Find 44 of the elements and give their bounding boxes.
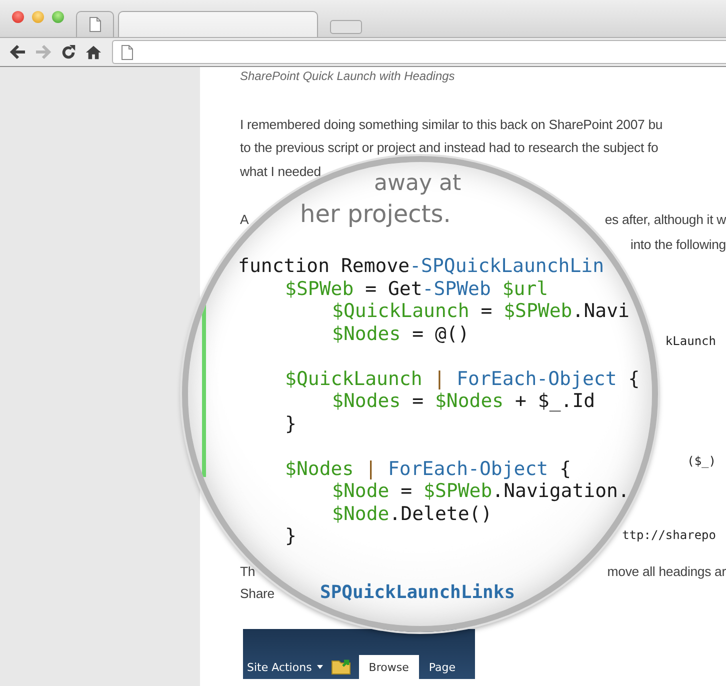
code-line: $Nodes = $Nodes + $_.Id xyxy=(331,390,596,412)
minimize-window-button[interactable] xyxy=(32,10,44,22)
paragraph-text: Share xyxy=(240,585,274,603)
magnified-text: her projects. xyxy=(300,200,451,228)
paragraph-text: into the following xyxy=(630,236,726,254)
home-icon xyxy=(84,44,102,60)
paragraph-text: A xyxy=(240,211,249,229)
paragraph-text: to the previous script or project and instead had to research the subject fo xyxy=(240,139,658,157)
paragraph-text: move all headings ar xyxy=(607,563,726,581)
code-line: $QuickLaunch | ForEach-Object { xyxy=(284,368,640,390)
close-window-button[interactable] xyxy=(12,10,24,22)
code-line: $QuickLaunch = $SPWeb.Navi xyxy=(331,300,630,322)
code-line: $Nodes | ForEach-Object { xyxy=(284,458,572,480)
caret-icon xyxy=(316,665,323,669)
site-actions-menu[interactable]: Site Actions xyxy=(247,655,323,679)
page-icon xyxy=(89,17,101,32)
paragraph-text: what I needed xyxy=(240,163,321,181)
ribbon-tab[interactable]: Page xyxy=(418,655,466,679)
code-text: ttp://sharepo xyxy=(622,527,717,544)
address-field[interactable] xyxy=(112,40,726,64)
code-line: $Node = $SPWeb.Navigation. xyxy=(331,480,630,502)
browser-tab[interactable] xyxy=(118,11,318,37)
code-line: } xyxy=(284,525,296,548)
magnified-text: away at xyxy=(374,170,462,198)
code-line: $Node.Delete() xyxy=(331,502,492,525)
zoom-window-button[interactable] xyxy=(52,10,64,22)
code-line: SPQuickLaunchLinks xyxy=(320,582,516,602)
code-text: kLaunch xyxy=(665,333,717,350)
paragraph-text: I remembered doing something similar to this back on SharePoint 2007 bu xyxy=(240,116,663,134)
paragraph-text: Th xyxy=(240,563,256,581)
ribbon-tab[interactable]: Browse xyxy=(358,655,419,679)
code-line: function Remove-SPQuickLaunchLin xyxy=(238,255,604,278)
code-line: $Nodes = @() xyxy=(331,322,470,345)
folder-icon xyxy=(330,657,353,675)
image-caption: SharePoint Quick Launch with Headings xyxy=(240,68,456,84)
left-arrow-icon xyxy=(9,44,27,60)
code-text: ($_) xyxy=(687,453,717,470)
new-tab-button[interactable] xyxy=(330,20,362,34)
page-icon xyxy=(121,44,133,60)
right-arrow-icon xyxy=(34,44,52,60)
code-line: } xyxy=(284,412,296,435)
reload-icon xyxy=(60,44,76,60)
code-line: $SPWeb = Get-SPWeb $url xyxy=(284,278,548,300)
paragraph-text: es after, although it w xyxy=(604,211,726,229)
